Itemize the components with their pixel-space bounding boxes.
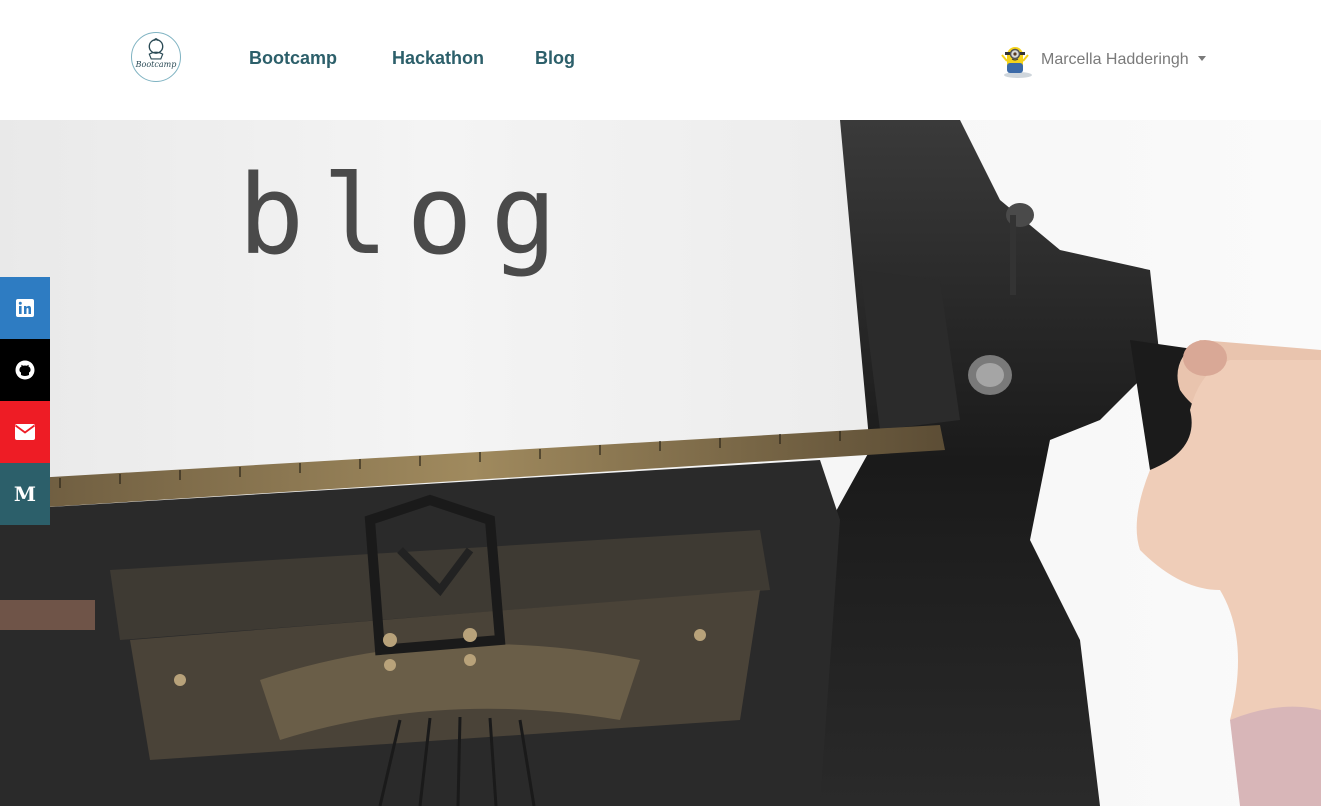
typewriter-illustration	[0, 120, 1321, 806]
linkedin-icon	[16, 299, 34, 317]
email-link[interactable]	[0, 401, 50, 463]
hero-title: blog	[238, 151, 575, 279]
social-sidebar: M	[0, 277, 50, 525]
caret-down-icon	[1197, 55, 1206, 61]
logo-text: Bootcamp	[135, 60, 177, 69]
github-link[interactable]	[0, 339, 50, 401]
user-menu-dropdown[interactable]: Marcella Hadderingh	[996, 42, 1206, 78]
logo-figure-icon	[148, 38, 164, 60]
bootcamp-logo[interactable]: Bootcamp	[131, 32, 181, 82]
github-icon	[15, 360, 35, 380]
email-icon	[15, 424, 35, 440]
medium-link[interactable]: M	[0, 463, 50, 525]
nav-blog[interactable]: Blog	[535, 47, 575, 69]
medium-icon: M	[13, 482, 37, 506]
avatar	[1001, 47, 1032, 78]
nav-hackathon[interactable]: Hackathon	[392, 47, 484, 69]
user-name: Marcella Hadderingh	[1041, 51, 1189, 68]
linkedin-link[interactable]	[0, 277, 50, 339]
nav-bootcamp[interactable]: Bootcamp	[249, 47, 337, 69]
blog-hero-image: blog	[0, 120, 1321, 806]
top-navbar: Bootcamp Bootcamp Hackathon Blog Marcell…	[0, 0, 1321, 120]
